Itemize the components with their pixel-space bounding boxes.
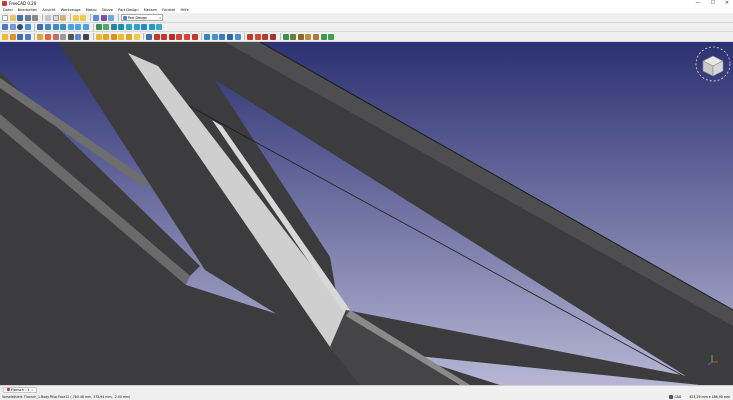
status-bar: Vorselektiert: Flansch_1.Body.Pillar.Fac… xyxy=(0,393,733,400)
linear-pattern-icon[interactable] xyxy=(211,33,218,40)
fit-all-icon[interactable] xyxy=(2,24,8,30)
fillet-icon[interactable] xyxy=(247,33,254,40)
clipping-plane-icon[interactable] xyxy=(110,24,117,30)
additive-pipe-icon[interactable] xyxy=(118,33,125,40)
right-view-icon[interactable] xyxy=(60,24,67,30)
chamfer-icon[interactable] xyxy=(254,33,261,40)
std-views-icon[interactable] xyxy=(95,24,102,30)
workbench-label: Part Design xyxy=(127,15,148,20)
bounding-box-icon[interactable] xyxy=(24,24,31,30)
subtractive-loft-icon[interactable] xyxy=(168,33,175,40)
bottom-view-icon[interactable] xyxy=(75,24,82,30)
multi-transform-icon[interactable] xyxy=(227,33,234,40)
pocket-icon[interactable] xyxy=(146,33,153,40)
groove-icon[interactable] xyxy=(161,33,168,40)
dimension-readout: 423,29 mm x 188,90 mm xyxy=(689,394,730,399)
status-message: Vorselektiert: Flansch_1.Body.Pillar.Fac… xyxy=(2,394,131,399)
freecad-window: FreeCAD 0.20 — ☐ ✕ Datei Bearbeiten Ansi… xyxy=(0,0,733,400)
document-tab-label: Flansch : 1 xyxy=(11,387,30,392)
mirrored-icon[interactable] xyxy=(204,33,211,40)
create-sketch-icon[interactable] xyxy=(9,33,16,40)
whats-this-icon[interactable] xyxy=(108,14,115,21)
minimize-button[interactable]: — xyxy=(690,0,706,7)
isometric-view-icon[interactable] xyxy=(37,24,44,30)
copy-icon[interactable] xyxy=(52,14,59,21)
scaled-icon[interactable] xyxy=(234,33,241,40)
additive-loft-icon[interactable] xyxy=(110,33,117,40)
draft-icon[interactable] xyxy=(262,33,269,40)
measure-distance-icon[interactable] xyxy=(103,24,110,30)
save-as-icon[interactable] xyxy=(24,14,31,21)
validate-sketch-icon[interactable] xyxy=(17,33,24,40)
refresh-icon[interactable] xyxy=(92,14,99,21)
navigation-style-selector[interactable]: CAD xyxy=(669,394,682,399)
subtractive-primitive-icon[interactable] xyxy=(191,33,198,40)
create-body-icon[interactable] xyxy=(2,33,8,40)
clone-icon[interactable] xyxy=(82,33,89,40)
view-toolbar xyxy=(0,23,733,32)
subtractive-helix-icon[interactable] xyxy=(184,33,191,40)
workbench-selector[interactable]: Part Design ▾ xyxy=(120,14,163,21)
involute-gear-icon[interactable] xyxy=(297,33,304,40)
part-design-workbench-icon xyxy=(122,15,127,20)
mouse-icon xyxy=(669,394,674,399)
rear-view-icon[interactable] xyxy=(67,24,74,30)
macro-icon[interactable] xyxy=(100,14,107,21)
file-toolbar: Part Design ▾ xyxy=(0,13,733,23)
3d-scene[interactable] xyxy=(0,42,733,385)
save-icon[interactable] xyxy=(17,14,24,21)
pad-icon[interactable] xyxy=(95,33,102,40)
navigation-style-label: CAD xyxy=(674,394,682,399)
close-button[interactable]: ✕ xyxy=(719,0,733,7)
wizard-shaft-icon[interactable] xyxy=(312,33,319,40)
additive-helix-icon[interactable] xyxy=(125,33,132,40)
thickness-icon[interactable] xyxy=(270,33,276,40)
additive-primitive-icon[interactable] xyxy=(133,33,140,40)
chevron-down-icon: ▾ xyxy=(159,15,161,20)
map-sketch-icon[interactable] xyxy=(24,33,31,40)
undo-icon[interactable] xyxy=(72,14,79,21)
left-view-icon[interactable] xyxy=(82,24,89,30)
datum-point-icon[interactable] xyxy=(37,33,44,40)
fit-selection-icon[interactable] xyxy=(9,24,16,30)
title-bar: FreeCAD 0.20 — ☐ ✕ xyxy=(0,0,733,7)
shape-binder-icon[interactable] xyxy=(67,33,74,40)
measure-toggle-icon[interactable] xyxy=(328,33,335,40)
measure-icon[interactable] xyxy=(320,33,327,40)
close-tab-icon[interactable]: x xyxy=(31,388,33,392)
part-icon[interactable] xyxy=(125,24,132,30)
new-document-icon[interactable] xyxy=(2,14,8,21)
revolution-icon[interactable] xyxy=(103,33,110,40)
datum-plane-icon[interactable] xyxy=(52,33,59,40)
subtractive-pipe-icon[interactable] xyxy=(176,33,183,40)
hole-icon[interactable] xyxy=(153,33,160,40)
std-box-icon[interactable] xyxy=(156,24,163,30)
paste-icon[interactable] xyxy=(60,14,67,21)
link-actions-icon[interactable] xyxy=(148,24,155,30)
document-tab[interactable]: Flansch : 1 x xyxy=(3,386,38,393)
part-body-icon[interactable] xyxy=(118,24,125,30)
cut-icon[interactable] xyxy=(44,14,51,21)
window-title: FreeCAD 0.20 xyxy=(9,1,37,6)
print-icon[interactable] xyxy=(32,14,39,21)
open-folder-icon[interactable] xyxy=(9,14,16,21)
top-view-icon[interactable] xyxy=(52,24,59,30)
redo-icon[interactable] xyxy=(80,14,87,21)
document-icon xyxy=(7,388,10,391)
subshape-binder-icon[interactable] xyxy=(75,33,82,40)
polar-pattern-icon[interactable] xyxy=(219,33,226,40)
3d-view[interactable] xyxy=(0,42,733,385)
freecad-app-icon xyxy=(2,1,7,6)
local-coordinate-system-icon[interactable] xyxy=(60,33,67,40)
group-icon[interactable] xyxy=(133,24,140,30)
draw-style-icon[interactable] xyxy=(17,24,24,30)
datum-line-icon[interactable] xyxy=(44,33,51,40)
boolean-icon[interactable] xyxy=(282,33,289,40)
document-tab-bar: Flansch : 1 x xyxy=(0,385,733,393)
link-icon[interactable] xyxy=(141,24,148,30)
sprocket-icon[interactable] xyxy=(290,33,297,40)
part-design-toolbar xyxy=(0,32,733,42)
front-view-icon[interactable] xyxy=(44,24,51,30)
shaft-design-icon[interactable] xyxy=(305,33,312,40)
